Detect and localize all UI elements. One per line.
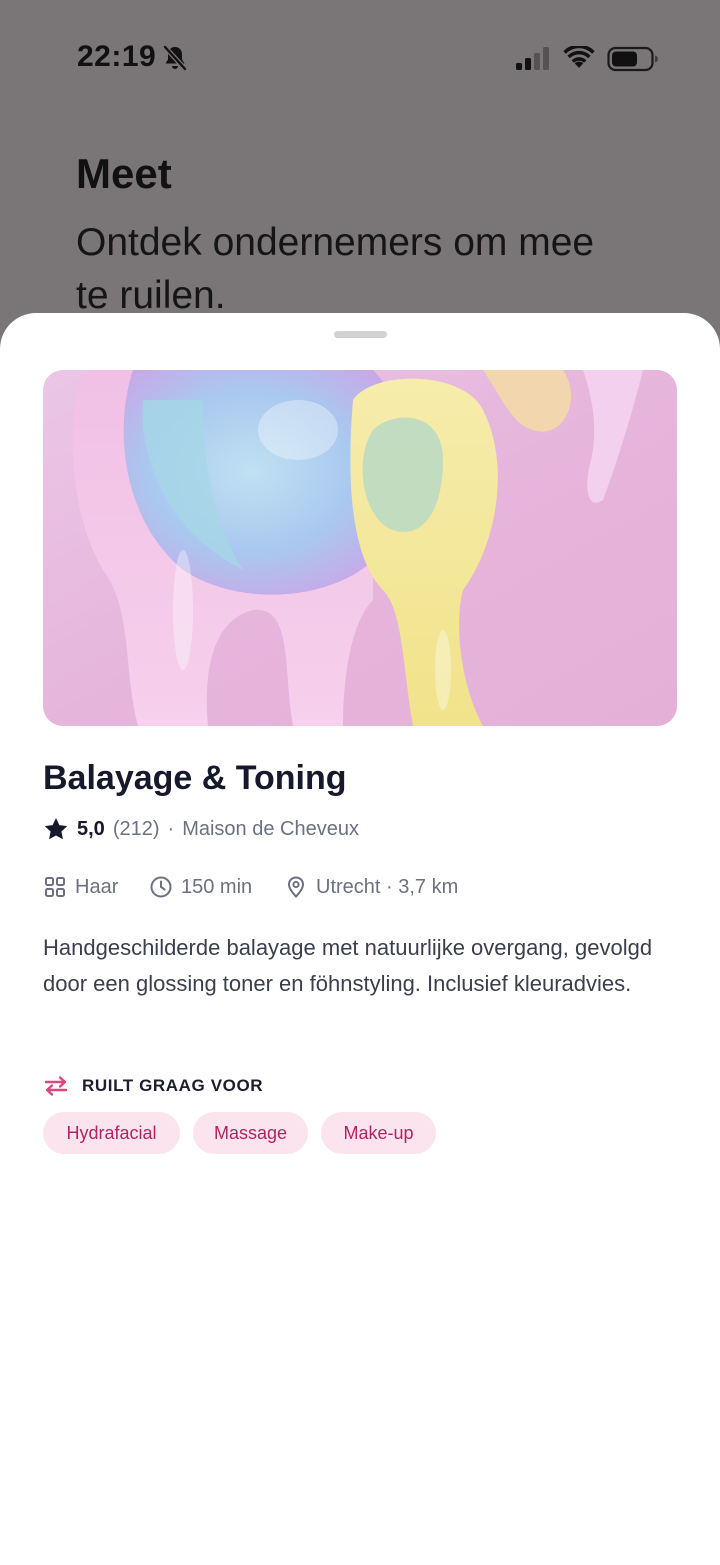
battery-icon: [607, 46, 658, 72]
wifi-icon: [563, 46, 595, 68]
page-subtitle: Ontdek ondernemers om mee te ruilen.: [76, 221, 595, 317]
grid-icon: [45, 877, 65, 897]
swap-arrows-icon: [44, 1076, 68, 1096]
rating-row: 5,0 (212) · Maison de Cheveux: [43, 815, 359, 843]
listing-description: Handgeschilderde balayage met natuurlijk…: [43, 935, 653, 996]
category-meta: Haar: [43, 873, 118, 901]
duration-meta: 150 min: [149, 873, 252, 901]
star-icon: [44, 817, 68, 840]
provider-name[interactable]: Maison de Cheveux: [182, 818, 359, 841]
rating-separator: ·: [167, 817, 175, 840]
bell-slash-icon: [163, 45, 187, 71]
listing-title: Balayage & Toning: [43, 759, 347, 797]
rating-value: 5,0: [77, 817, 105, 840]
location-label: Utrecht · 3,7 km: [316, 875, 459, 898]
category-label: Haar: [75, 875, 119, 898]
duration-label: 150 min: [181, 875, 253, 898]
swap-tag-make-up[interactable]: Make-up: [321, 1112, 436, 1154]
status-bar: 22:19: [0, 0, 720, 110]
cellular-signal-icon: [516, 47, 549, 70]
swap-tag-hydrafacial[interactable]: Hydrafacial: [43, 1112, 180, 1154]
status-time: 22:19: [77, 40, 157, 73]
clock-icon: [150, 876, 172, 898]
bottom-sheet: Balayage & Toning 5,0 (212) · Maison de …: [0, 313, 720, 1565]
swap-tag-massage[interactable]: Massage: [193, 1112, 308, 1154]
swap-preferences-heading: RUILT GRAAG VOOR: [43, 1073, 263, 1099]
sheet-grabber[interactable]: [334, 331, 387, 338]
location-meta: Utrecht · 3,7 km: [284, 873, 458, 901]
listing-photo: [43, 370, 677, 726]
swap-heading-label: RUILT GRAAG VOOR: [82, 1076, 264, 1095]
review-count: (212): [112, 817, 160, 840]
page-title: Meet: [76, 150, 172, 197]
location-pin-icon: [287, 876, 305, 898]
